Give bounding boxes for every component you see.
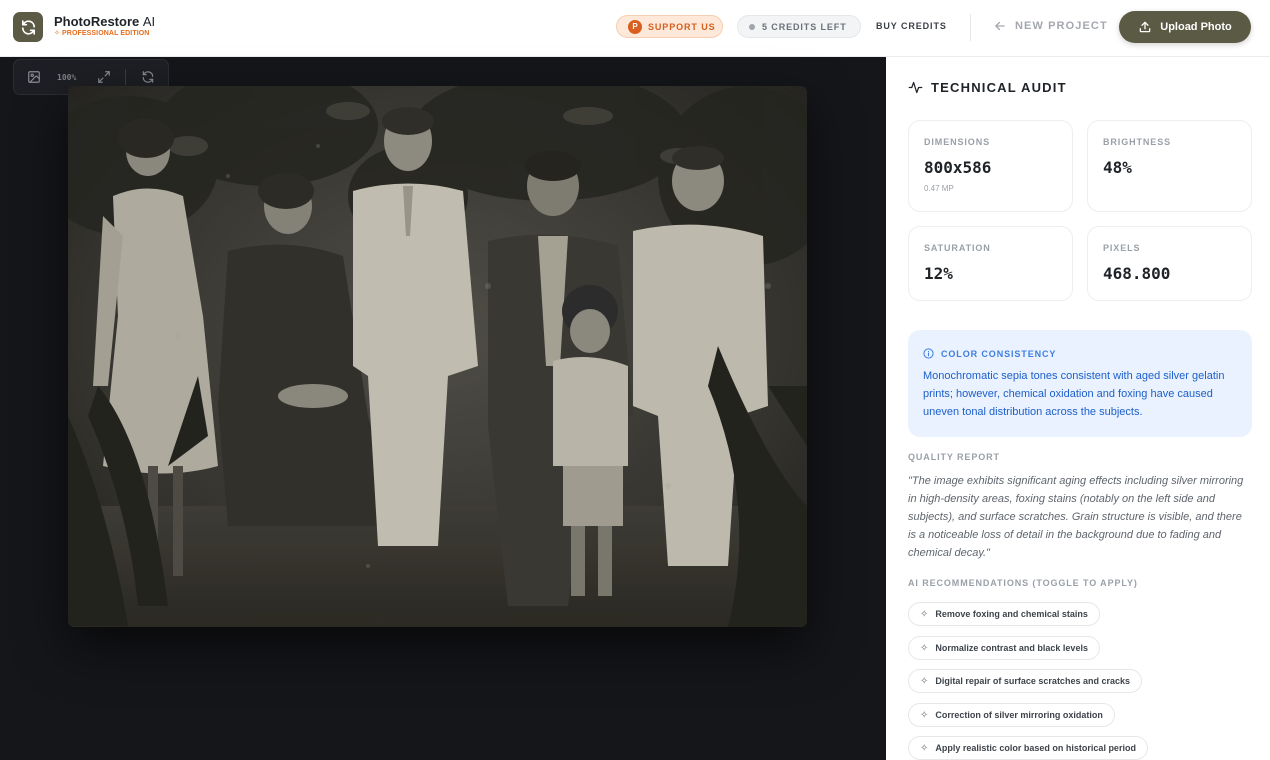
stat-card-pixels: PIXELS 468.800 <box>1087 226 1252 301</box>
buy-credits-link[interactable]: BUY CREDITS <box>876 21 947 31</box>
credits-label: 5 CREDITS LEFT <box>762 21 847 32</box>
sparkle-icon: ✧ <box>54 30 60 37</box>
recommendation-label: Apply realistic color based on historica… <box>935 743 1136 753</box>
stat-label: BRIGHTNESS <box>1103 137 1172 147</box>
top-bar: PhotoRestore AI ✧ PROFESSIONAL EDITION P… <box>0 0 1270 57</box>
app-name-suffix: AI <box>142 14 156 29</box>
stat-value: 800x586 <box>924 158 992 177</box>
support-us-label: SUPPORT US <box>648 21 716 32</box>
color-consistency-header: COLOR CONSISTENCY <box>923 348 1056 359</box>
stat-card-dimensions: DIMENSIONS 800x586 0.47 MP <box>908 120 1073 212</box>
restoration-photo <box>68 86 807 627</box>
recommendation-toggle[interactable]: ✧ Remove foxing and chemical stains <box>908 602 1100 626</box>
stat-value: 468.800 <box>1103 264 1171 283</box>
image-icon[interactable] <box>25 68 43 86</box>
upload-icon <box>1139 21 1151 33</box>
recommendation-label: Normalize contrast and black levels <box>935 643 1088 653</box>
refresh-icon <box>21 19 35 35</box>
stat-subvalue: 0.47 MP <box>924 184 954 193</box>
stat-value: 12% <box>924 264 953 283</box>
recommendations-title: AI RECOMMENDATIONS (TOGGLE TO APPLY) <box>908 578 1138 588</box>
sparkles-icon: ✧ <box>920 608 929 620</box>
upload-photo-label: Upload Photo <box>1160 21 1232 33</box>
status-dot-icon <box>749 23 755 30</box>
arrow-left-icon <box>995 21 1005 31</box>
patreon-icon: P <box>628 19 642 34</box>
stat-label: PIXELS <box>1103 243 1141 253</box>
recommendation-label: Digital repair of surface scratches and … <box>935 676 1130 686</box>
quality-report-text: "The image exhibits significant aging ef… <box>908 475 1244 559</box>
app-name: PhotoRestore <box>54 14 140 29</box>
quality-report-title: QUALITY REPORT <box>908 452 1000 462</box>
stat-value: 48% <box>1103 158 1132 177</box>
recommendation-label: Correction of silver mirroring oxidation <box>935 710 1103 720</box>
sparkles-icon: ✧ <box>920 742 929 754</box>
recommendation-toggle[interactable]: ✧ Digital repair of surface scratches an… <box>908 669 1142 693</box>
color-consistency-text: Monochromatic sepia tones consistent wit… <box>923 370 1225 418</box>
recommendation-toggle[interactable]: ✧ Normalize contrast and black levels <box>908 636 1100 660</box>
reset-icon[interactable] <box>139 68 157 86</box>
sparkles-icon: ✧ <box>920 709 929 721</box>
color-consistency-box: COLOR CONSISTENCY Monochromatic sepia to… <box>908 330 1252 437</box>
audit-title: TECHNICAL AUDIT <box>931 80 1067 95</box>
logo[interactable] <box>13 12 43 42</box>
edition-text: PROFESSIONAL EDITION <box>62 30 150 37</box>
credits-indicator: 5 CREDITS LEFT <box>737 15 861 38</box>
audit-panel: TECHNICAL AUDIT DIMENSIONS 800x586 0.47 … <box>886 57 1270 760</box>
info-icon <box>923 348 934 359</box>
recommendation-toggle[interactable]: ✧ Apply realistic color based on histori… <box>908 736 1148 760</box>
stat-card-brightness: BRIGHTNESS 48% <box>1087 120 1252 212</box>
zoom-level: 100% <box>57 72 77 82</box>
support-us-button[interactable]: P SUPPORT US <box>616 15 723 38</box>
divider <box>970 14 971 41</box>
upload-photo-button[interactable]: Upload Photo <box>1119 11 1251 43</box>
recommendation-label: Remove foxing and chemical stains <box>935 609 1088 619</box>
color-consistency-title: COLOR CONSISTENCY <box>941 348 1057 359</box>
sparkles-icon: ✧ <box>920 675 929 687</box>
toolbar-divider <box>125 69 126 85</box>
image-canvas[interactable]: 100% <box>0 57 886 760</box>
fullscreen-icon[interactable] <box>95 68 113 86</box>
stat-label: SATURATION <box>924 243 991 253</box>
stat-card-saturation: SATURATION 12% <box>908 226 1073 301</box>
edition-label: ✧ PROFESSIONAL EDITION <box>54 29 149 37</box>
recommendation-toggle[interactable]: ✧ Correction of silver mirroring oxidati… <box>908 703 1115 727</box>
sparkles-icon: ✧ <box>920 642 929 654</box>
new-project-button[interactable]: NEW PROJECT <box>993 19 1108 33</box>
audit-header: TECHNICAL AUDIT <box>908 80 1067 95</box>
stat-label: DIMENSIONS <box>924 137 991 147</box>
new-project-label: NEW PROJECT <box>1015 20 1108 32</box>
activity-icon <box>908 81 923 94</box>
app-title: PhotoRestore AI <box>54 14 155 29</box>
